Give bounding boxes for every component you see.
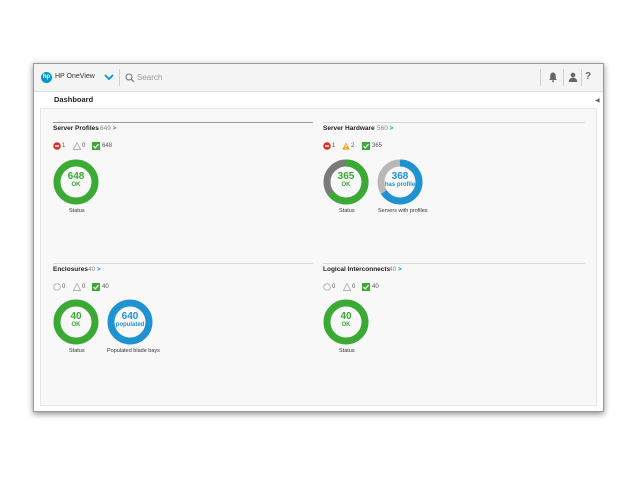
enclosures-warning-count[interactable]: 0 bbox=[82, 284, 85, 290]
panel-divider bbox=[323, 263, 585, 264]
enclosures-title[interactable]: Enclosures bbox=[53, 266, 88, 273]
donut-sublabel: OK bbox=[341, 182, 351, 188]
populated-blade-bays-label: 640 populated bbox=[107, 311, 153, 329]
logical-interconnects-count-link[interactable]: 40 > bbox=[389, 266, 402, 273]
ok-icon bbox=[92, 142, 100, 150]
donut-caption: Populated blade bays bbox=[107, 348, 160, 354]
logical-interconnects-unknown-count[interactable]: 0 bbox=[332, 284, 335, 290]
page-title: Dashboard bbox=[54, 95, 94, 104]
unknown-status-icon bbox=[323, 283, 331, 291]
panel-divider bbox=[323, 122, 585, 123]
logical-interconnects-arrow: > bbox=[398, 266, 402, 273]
server-hardware-count: 560 bbox=[377, 125, 388, 132]
logical-interconnects-title[interactable]: Logical Interconnects bbox=[323, 266, 390, 273]
ok-icon bbox=[362, 283, 370, 291]
critical-icon bbox=[323, 142, 331, 150]
server-profiles-count-link[interactable]: 649 > bbox=[100, 125, 116, 132]
server-profiles-title[interactable]: Server Profiles bbox=[53, 125, 99, 132]
servers-with-profiles-label: 368 has profile bbox=[377, 171, 423, 189]
server-hardware-status-label: 365 OK bbox=[323, 171, 369, 189]
divider bbox=[119, 69, 120, 86]
panel-divider bbox=[53, 122, 313, 123]
divider bbox=[540, 69, 541, 86]
donut-caption: Status bbox=[69, 208, 85, 214]
server-hardware-arrow: > bbox=[389, 125, 394, 132]
dashboard-content: Server Profiles 649 > 1 0 648 648 OK Sta… bbox=[40, 108, 597, 406]
enclosures-status-label: 40 OK bbox=[53, 311, 99, 329]
logical-interconnects-count: 40 bbox=[389, 266, 397, 273]
server-hardware-critical-count[interactable]: 1 bbox=[332, 143, 335, 149]
divider bbox=[563, 69, 564, 86]
server-profiles-status-label: 648 OK bbox=[53, 171, 99, 189]
donut-sublabel: populated bbox=[115, 322, 145, 328]
hp-logo-icon: hp bbox=[41, 72, 52, 83]
donut-value: 40 bbox=[340, 311, 352, 322]
search-input[interactable]: Search bbox=[137, 73, 162, 82]
warning-icon bbox=[342, 142, 350, 150]
donut-caption: Status bbox=[339, 208, 355, 214]
donut-value: 648 bbox=[67, 171, 85, 182]
divider bbox=[581, 69, 582, 86]
donut-caption: Status bbox=[69, 348, 85, 354]
server-hardware-warning-count[interactable]: 2 bbox=[351, 143, 354, 149]
enclosures-unknown-count[interactable]: 0 bbox=[62, 284, 65, 290]
server-hardware-title[interactable]: Server Hardware bbox=[323, 125, 375, 132]
ok-icon bbox=[92, 283, 100, 291]
server-hardware-ok-count[interactable]: 365 bbox=[372, 143, 382, 149]
top-bar: hp HP OneView Search ? bbox=[34, 64, 603, 92]
collapse-icon[interactable]: ◀ bbox=[595, 97, 600, 104]
donut-caption: Servers with profiles bbox=[378, 208, 428, 214]
donut-sublabel: has profile bbox=[384, 182, 416, 188]
unknown-status-icon bbox=[53, 283, 61, 291]
donut-value: 640 bbox=[121, 311, 139, 322]
user-icon[interactable] bbox=[567, 71, 579, 83]
server-profiles-arrow: > bbox=[112, 125, 117, 132]
logical-interconnects-ok-count[interactable]: 40 bbox=[372, 284, 379, 290]
oneview-window: hp HP OneView Search ? Dashboard ◀ Serve… bbox=[33, 63, 604, 412]
bell-icon[interactable] bbox=[547, 71, 559, 83]
critical-icon bbox=[53, 142, 61, 150]
enclosures-ok-count[interactable]: 40 bbox=[102, 284, 109, 290]
donut-sublabel: OK bbox=[71, 182, 81, 188]
enclosures-arrow: > bbox=[97, 266, 101, 273]
warning-icon bbox=[343, 283, 351, 291]
server-profiles-count: 649 bbox=[100, 125, 111, 132]
donut-caption: Status bbox=[339, 348, 355, 354]
donut-value: 40 bbox=[70, 311, 82, 322]
warning-icon bbox=[73, 283, 81, 291]
donut-value: 365 bbox=[337, 171, 355, 182]
warning-icon bbox=[73, 142, 81, 150]
ok-icon bbox=[362, 142, 370, 150]
donut-sublabel: OK bbox=[341, 322, 351, 328]
help-button[interactable]: ? bbox=[585, 71, 591, 82]
logical-interconnects-warning-count[interactable]: 0 bbox=[352, 284, 355, 290]
server-profiles-warning-count[interactable]: 0 bbox=[82, 143, 85, 149]
donut-sublabel: OK bbox=[71, 322, 81, 328]
panel-divider bbox=[53, 263, 313, 264]
chevron-down-icon[interactable] bbox=[103, 70, 115, 84]
app-name[interactable]: HP OneView bbox=[55, 73, 95, 80]
enclosures-count: 40 bbox=[88, 266, 96, 273]
server-profiles-ok-count[interactable]: 648 bbox=[102, 143, 112, 149]
search-icon bbox=[125, 73, 135, 83]
donut-value: 368 bbox=[391, 171, 409, 182]
logical-interconnects-status-label: 40 OK bbox=[323, 311, 369, 329]
enclosures-count-link[interactable]: 40 > bbox=[88, 266, 101, 273]
server-profiles-critical-count[interactable]: 1 bbox=[62, 143, 65, 149]
server-hardware-count-link[interactable]: 560 > bbox=[377, 125, 393, 132]
